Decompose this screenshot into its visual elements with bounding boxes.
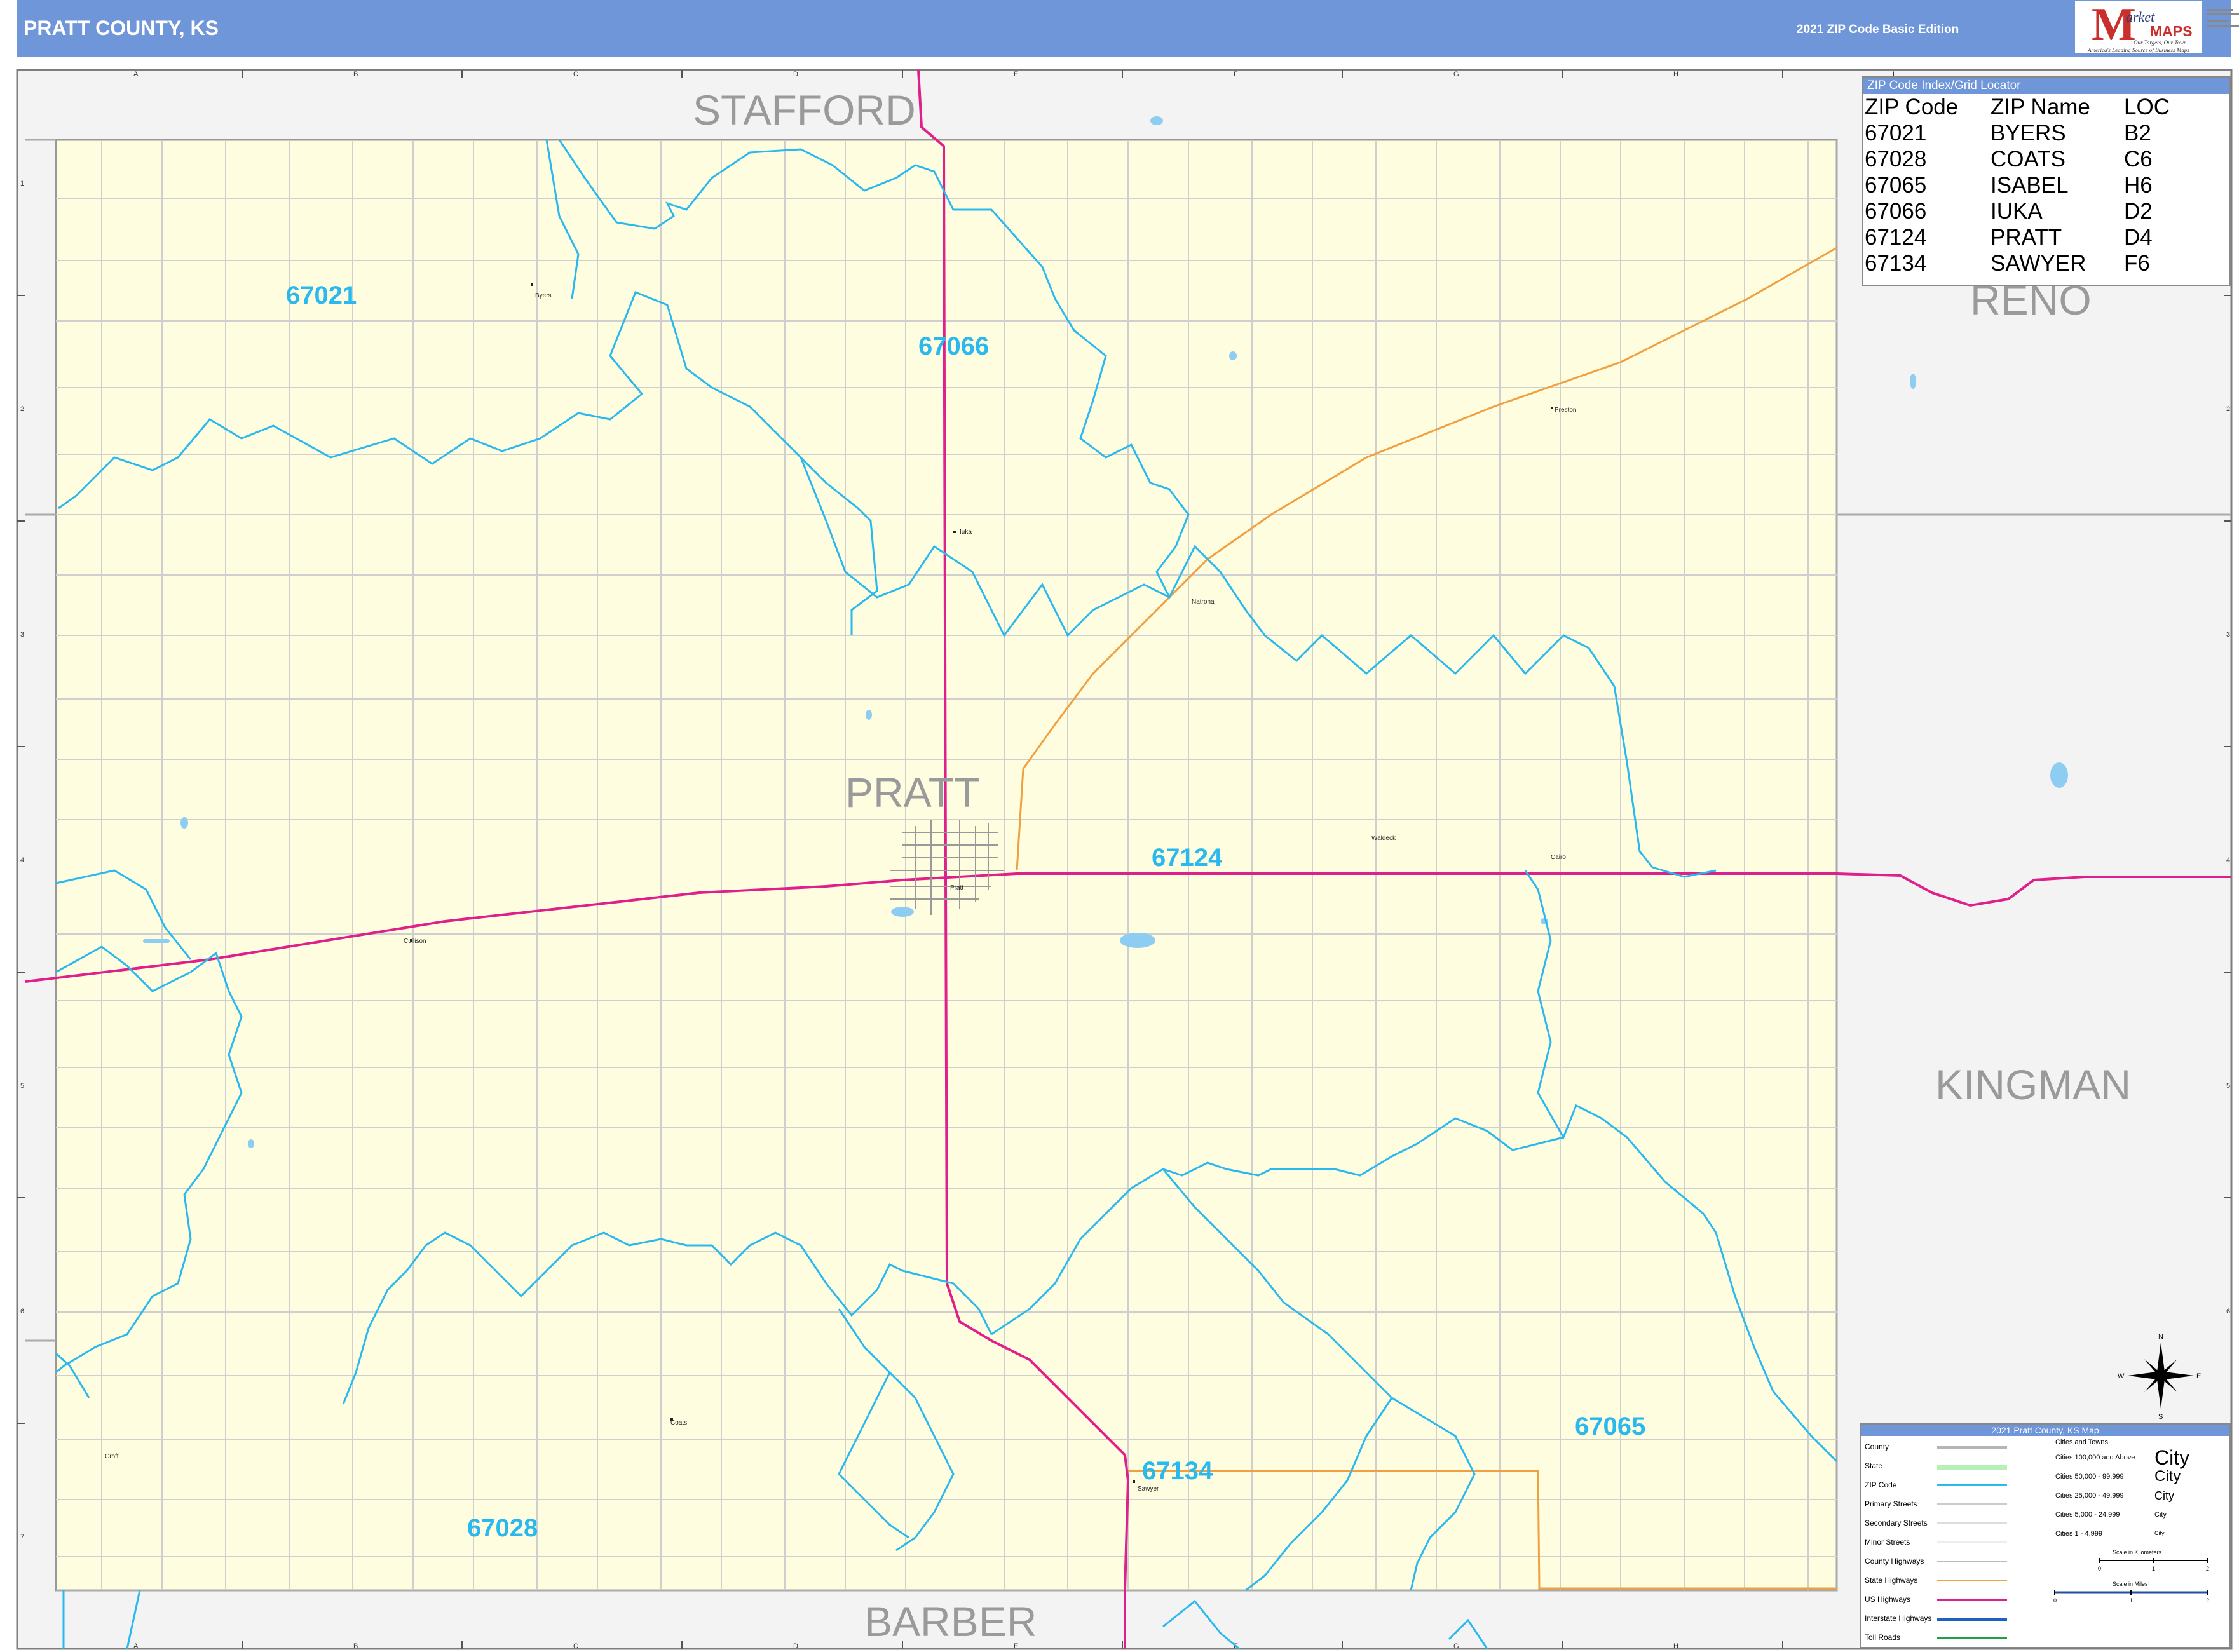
svg-text:H: H [1673,71,1678,78]
town-label-croft: Croft [105,1453,119,1460]
zip-index-header-row: ZIP Code ZIP Name LOC [1865,94,2170,120]
zip-index-grid: ZIP Code ZIP Name LOC 67021 BYERS B2 670… [1865,94,2170,276]
zip-index-table: ZIP Code Index/Grid Locator ZIP Code ZIP… [1862,76,2231,286]
legend-item-toll: Toll Roads [1865,1633,1901,1642]
svg-text:7: 7 [20,1533,24,1541]
svg-text:D: D [793,1642,798,1650]
legend-swatch-interstate [1937,1618,2007,1621]
county-label-barber: BARBER [864,1598,1037,1645]
town-label-preston: Preston [1555,407,1576,414]
legend-swatch-toll [1937,1637,2007,1639]
town-label-cairo: Cairo [1551,854,1566,861]
svg-text:N: N [2158,1333,2163,1341]
svg-text:A: A [133,71,139,78]
town-label-coats: Coats [670,1419,687,1426]
loc-header: LOC [2124,95,2170,119]
table-row: 67021 BYERS B2 [1865,121,2151,146]
legend-item-county-hwy: County Highways [1865,1557,1924,1566]
zip-label-67028: 67028 [467,1514,538,1542]
legend-city-size-3: Cities 25,000 - 49,999 City [2055,1489,2174,1502]
legend-item-county: County [1865,1442,1889,1451]
legend-swatch-county [1937,1446,2007,1449]
legend-city-size-2: Cities 50,000 - 99,999 City [2055,1468,2181,1485]
svg-text:E: E [1014,71,1018,78]
town-label-iuka: Iuka [960,529,972,536]
zip-name-header: ZIP Name [1991,95,2090,119]
svg-text:6: 6 [2226,1308,2230,1315]
town-label-sawyer: Sawyer [1138,1486,1159,1493]
legend-item-zip: ZIP Code [1865,1480,1897,1489]
county-label-pratt: PRATT [845,769,979,816]
svg-text:2: 2 [2226,405,2230,413]
legend-swatch-zip [1937,1484,2007,1486]
legend-title: 2021 Pratt County, KS Map [1861,1425,2229,1436]
scale-mi-label: Scale in Miles [2113,1581,2148,1587]
svg-text:1: 1 [20,180,24,187]
scale-bar-km [2099,1558,2208,1563]
svg-text:5: 5 [2226,1082,2230,1090]
svg-text:B: B [353,71,358,78]
legend-city-size-1: Cities 100,000 and Above City [2055,1446,2190,1469]
zip-label-67134: 67134 [1142,1457,1213,1485]
svg-text:3: 3 [20,631,24,639]
legend-swatch-state [1937,1465,2007,1470]
svg-text:F: F [1234,71,1238,78]
table-row: 67066 IUKA D2 [1865,199,2153,224]
legend-swatch-minor [1937,1541,2007,1543]
svg-text:H: H [1673,1642,1678,1650]
county-label-kingman: KINGMAN [1935,1061,2131,1108]
svg-text:4: 4 [20,856,24,864]
svg-text:5: 5 [20,1082,24,1090]
legend-swatch-secondary [1937,1522,2007,1524]
legend-item-minor: Minor Streets [1865,1538,1910,1547]
legend-cities-title: Cities and Towns [2055,1439,2108,1446]
town-label-byers: Byers [535,292,552,299]
zip-index-title: ZIP Code Index/Grid Locator [1863,78,2229,94]
svg-text:C: C [573,1642,578,1650]
scale-km-label: Scale in Kilometers [2113,1549,2162,1555]
legend-swatch-county-hwy [1937,1561,2007,1562]
legend-swatch-state-hwy [1937,1580,2007,1581]
svg-text:3: 3 [2226,631,2230,639]
legend-swatch-primary [1937,1503,2007,1505]
svg-text:B: B [353,1642,358,1650]
legend-item-interstate: Interstate Highways [1865,1614,1932,1623]
zip-label-67021: 67021 [286,281,357,309]
town-label-natrona: Natrona [1192,599,1215,606]
legend-city-size-5: Cities 1 - 4,999 City [2055,1530,2165,1538]
table-row: 67134 SAWYER F6 [1865,251,2150,276]
zip-label-67066: 67066 [918,332,989,360]
svg-text:S: S [2158,1413,2163,1421]
map-legend: 2021 Pratt County, KS Map County State Z… [1860,1423,2231,1648]
table-row: 67028 COATS C6 [1865,147,2153,172]
zip-label-67124: 67124 [1152,844,1223,872]
svg-text:6: 6 [20,1308,24,1315]
town-label-cullison: Cullison [404,938,426,945]
table-row: 67124 PRATT D4 [1865,225,2153,250]
svg-text:G: G [1453,71,1459,78]
legend-item-secondary: Secondary Streets [1865,1519,1928,1527]
legend-item-state-hwy: State Highways [1865,1576,1918,1585]
legend-item-us-hwy: US Highways [1865,1595,1911,1604]
town-label-waldeck: Waldeck [1371,835,1396,842]
scale-bar-mi [2054,1590,2208,1595]
legend-swatch-us-hwy [1937,1599,2007,1601]
legend-city-size-4: Cities 5,000 - 24,999 City [2055,1511,2167,1519]
svg-text:4: 4 [2226,856,2230,864]
svg-text:2: 2 [20,405,24,413]
svg-text:W: W [2118,1372,2125,1380]
legend-item-primary: Primary Streets [1865,1500,1917,1508]
town-label-pratt: Pratt [950,884,963,891]
svg-text:D: D [793,71,798,78]
svg-text:C: C [573,71,578,78]
svg-text:A: A [133,1642,139,1650]
legend-item-state: State [1865,1461,1883,1470]
table-row: 67065 ISABEL H6 [1865,173,2153,198]
svg-text:E: E [2196,1372,2201,1380]
county-label-stafford: STAFFORD [693,86,916,133]
svg-text:G: G [1453,1642,1459,1650]
zip-label-67065: 67065 [1575,1412,1645,1440]
zip-code-header: ZIP Code [1865,95,1959,119]
